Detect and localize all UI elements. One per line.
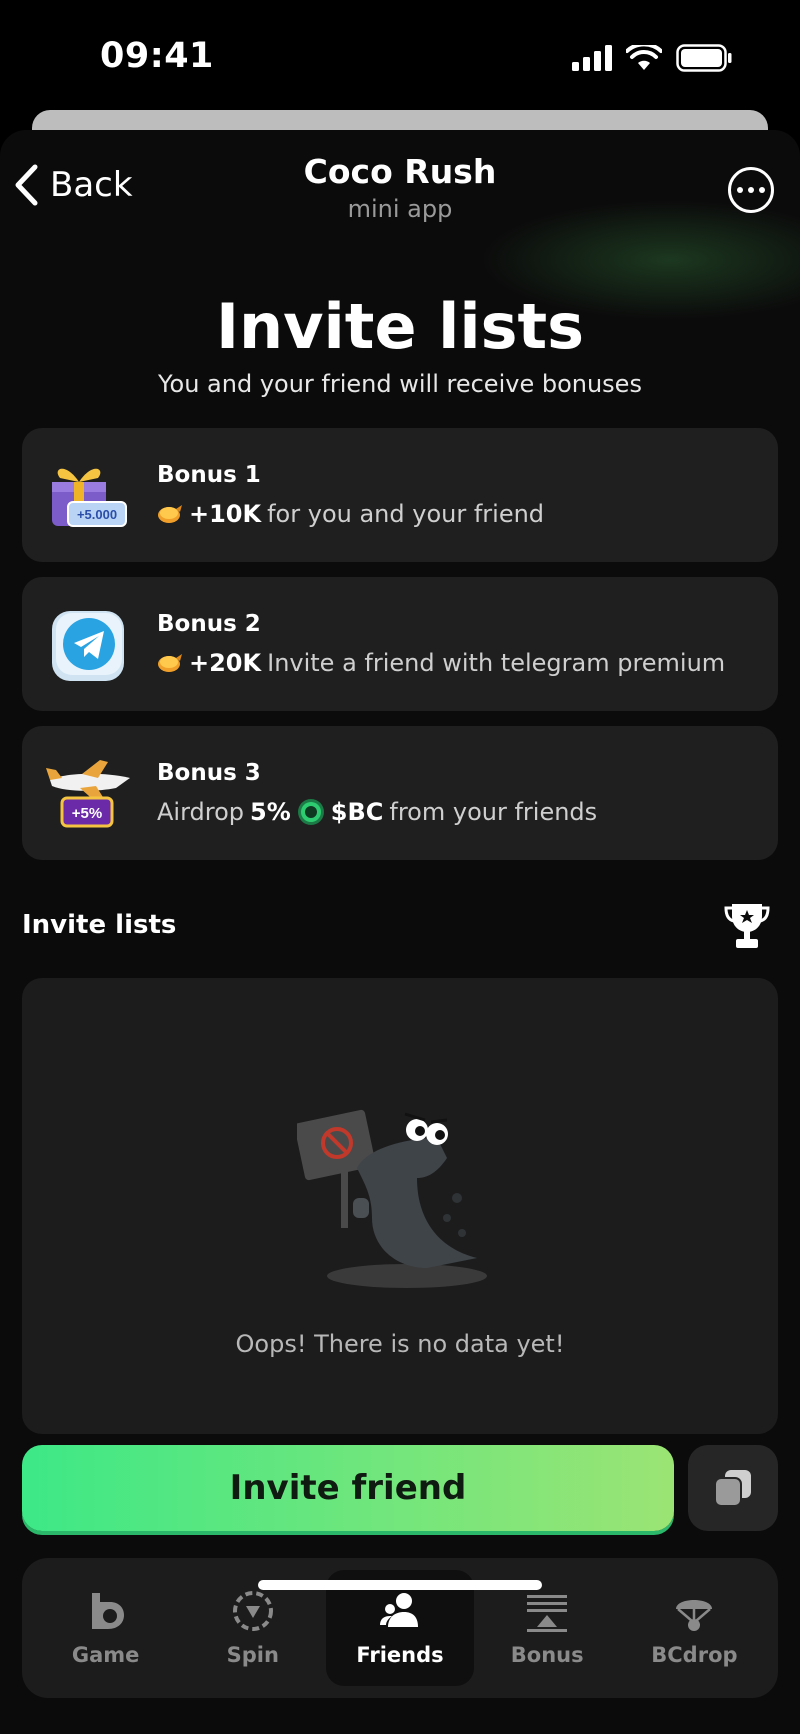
coin-icon [158, 654, 182, 672]
copy-icon [714, 1470, 751, 1507]
trophy-icon[interactable] [724, 902, 770, 950]
signal-icon [572, 45, 612, 71]
wifi-icon [626, 45, 662, 70]
status-time: 09:41 [100, 36, 214, 76]
invite-friend-button[interactable]: Invite friend [22, 1445, 674, 1531]
crocodile-mascot-icon [297, 1109, 487, 1288]
telegram-icon [52, 611, 124, 681]
bonus-card-1: +5.000 Bonus 1 +10K for you and your fri… [22, 428, 778, 562]
bonus-desc-3: Airdrop 5% $BC from your friends [157, 798, 597, 826]
bonus-card-2: Bonus 2 +20K Invite a friend with telegr… [22, 577, 778, 711]
game-icon [91, 1593, 124, 1629]
nav-label-bonus: Bonus [510, 1643, 584, 1667]
bonus-title-1: Bonus 1 [157, 462, 261, 488]
bonus-desc-1: +10K for you and your friend [157, 500, 544, 528]
nav-item-bcdrop[interactable]: BCdrop [621, 1570, 768, 1686]
bonus-card-3: +5% Bonus 3 Airdrop 5% $BC from your fri… [22, 726, 778, 860]
friends-icon [380, 1593, 418, 1627]
bonus-text-3: from your friends [389, 798, 598, 826]
app-header: Back Coco Rush mini app [0, 130, 800, 240]
mini-app-sheet: Back Coco Rush mini app Invite lists You… [0, 130, 800, 1734]
copy-link-button[interactable] [688, 1445, 778, 1531]
bonus-title-3: Bonus 3 [157, 760, 261, 786]
invite-lists-label: Invite lists [22, 910, 177, 940]
bonus-text-1: for you and your friend [267, 500, 545, 528]
bonus-icon [527, 1595, 568, 1632]
status-icons [572, 44, 732, 72]
invite-list-panel: Oops! There is no data yet! [22, 978, 778, 1434]
bonus-title-2: Bonus 2 [157, 611, 261, 637]
app-title: Coco Rush [303, 152, 497, 191]
nav-item-game[interactable]: Game [32, 1570, 179, 1686]
bonus-prefix-3: Airdrop [157, 798, 245, 826]
battery-icon [676, 44, 732, 72]
gift-badge-text: +5.000 [77, 507, 117, 522]
status-bar: 09:41 [0, 0, 800, 110]
empty-state-text: Oops! There is no data yet! [235, 1330, 565, 1358]
more-options-button[interactable] [728, 167, 774, 213]
nav-label-game: Game [71, 1643, 140, 1667]
nav-label-friends: Friends [356, 1643, 444, 1667]
bc-token-icon [297, 799, 324, 825]
nav-label-bcdrop: BCdrop [651, 1643, 738, 1667]
bonus-amount-1: +10K [189, 500, 262, 528]
airplane-badge-text: +5% [72, 805, 102, 822]
airplane-icon: +5% [46, 760, 130, 828]
home-indicator [258, 1580, 542, 1590]
bonus-percent-3: 5% [250, 798, 291, 826]
bonus-text-2: Invite a friend with telegram premium [267, 649, 726, 677]
gift-icon: +5.000 [52, 468, 127, 527]
bonus-desc-2: +20K Invite a friend with telegram premi… [157, 649, 725, 677]
page-subtitle: You and your friend will receive bonuses [158, 370, 642, 398]
nav-label-spin: Spin [226, 1643, 279, 1667]
bottom-nav: Game Spin Friends Bonus BCdrop [22, 1558, 778, 1698]
coin-icon [158, 505, 182, 523]
bonus-amount-2: +20K [189, 649, 262, 677]
bcdrop-icon [676, 1600, 713, 1631]
bonus-token-3: $BC [330, 798, 384, 826]
app-subtitle: mini app [347, 195, 453, 223]
more-icon [737, 187, 743, 193]
spin-icon [232, 1591, 273, 1631]
header-title-group: Coco Rush mini app [0, 152, 800, 223]
page-title: Invite lists [215, 290, 585, 363]
invite-friend-label: Invite friend [229, 1468, 467, 1508]
